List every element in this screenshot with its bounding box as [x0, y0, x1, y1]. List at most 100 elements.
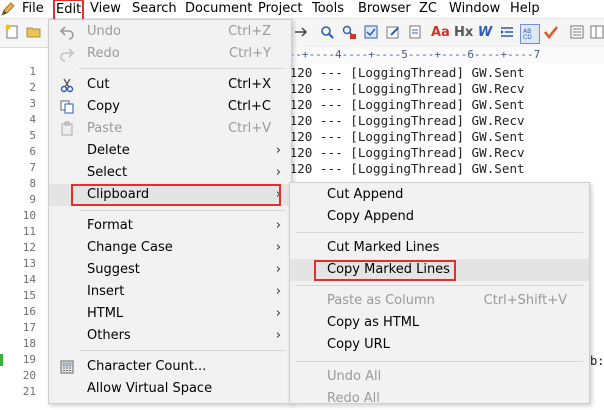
menu-item-label: Copy as HTML — [327, 315, 420, 330]
check-icon[interactable] — [542, 24, 560, 42]
submenu-item-copy-as-html[interactable]: Copy as HTML — [290, 312, 589, 334]
line-number: 19 — [22, 353, 36, 366]
document-icon[interactable] — [406, 24, 424, 42]
submenu-item-copy-append[interactable]: Copy Append — [290, 206, 589, 228]
menu-item-shortcut: Ctrl+C — [227, 99, 271, 114]
menu-item-shortcut: Ctrl+Z — [228, 24, 271, 39]
submenu-item-paste-as-column[interactable]: Paste as Column Ctrl+Shift+V — [290, 290, 589, 312]
menu-item-format[interactable]: Format › — [49, 215, 291, 237]
code-line: 2120 --- [LoggingThread] GW.Sent — [282, 65, 525, 80]
spellcheck-icon[interactable] — [362, 24, 380, 42]
line-number: 7 — [29, 161, 36, 174]
menu-item-label: Select — [87, 165, 128, 180]
menu-item-insert[interactable]: Insert › — [49, 281, 291, 303]
line-number: 17 — [22, 321, 36, 334]
menu-view[interactable]: View — [90, 1, 121, 17]
copy-icon — [59, 99, 75, 115]
line-number: 5 — [29, 129, 36, 142]
menu-item-label: Copy URL — [327, 337, 390, 352]
code-line: 2120 --- [LoggingThread] GW.Sent — [282, 161, 525, 176]
chevron-right-icon: › — [275, 240, 281, 255]
menu-item-redo[interactable]: Redo Ctrl+Y — [49, 43, 291, 65]
chevron-right-icon: › — [275, 165, 281, 180]
code-line: 2120 --- [LoggingThread] GW.Recv — [282, 81, 525, 96]
menu-item-cut[interactable]: Cut Ctrl+X — [49, 74, 291, 96]
menu-edit[interactable]: Edit — [53, 0, 85, 21]
menu-item-label: Redo — [87, 46, 120, 61]
italic-w-icon[interactable]: W — [476, 24, 494, 42]
menu-item-label: Undo — [87, 24, 121, 39]
submenu-item-redo-all[interactable]: Redo All — [290, 388, 589, 410]
menu-tools[interactable]: Tools — [312, 1, 344, 17]
line-number: 11 — [22, 225, 36, 238]
submenu-item-cut-append[interactable]: Cut Append — [290, 184, 589, 206]
indent-icon[interactable] — [498, 24, 516, 42]
svg-text:CD: CD — [523, 34, 532, 41]
menu-item-change-case[interactable]: Change Case › — [49, 237, 291, 259]
menu-file[interactable]: File — [22, 1, 44, 17]
menu-item-html[interactable]: HTML › — [49, 303, 291, 325]
line-number: 8 — [29, 177, 36, 190]
submenu-item-copy-url[interactable]: Copy URL — [290, 334, 589, 356]
menu-item-label: Paste as Column — [327, 293, 435, 308]
menu-item-label: Format — [87, 218, 133, 233]
menu-item-label: Character Count... — [87, 359, 207, 374]
menu-item-undo[interactable]: Undo Ctrl+Z — [49, 21, 291, 43]
new-file-icon[interactable] — [3, 24, 21, 42]
highlight-box — [71, 184, 281, 206]
menu-separator — [296, 285, 583, 286]
open-folder-icon[interactable] — [25, 24, 43, 42]
menu-item-paste[interactable]: Paste Ctrl+V — [49, 118, 291, 140]
list-icon[interactable] — [568, 24, 586, 42]
menu-item-allow-virtual-space[interactable]: Allow Virtual Space — [49, 378, 291, 400]
find-replace-icon[interactable] — [340, 24, 358, 42]
line-number: 1 — [29, 65, 36, 78]
word-wrap-icon[interactable]: AB CD — [520, 24, 540, 44]
menu-item-label: Copy Append — [327, 209, 414, 224]
menu-document[interactable]: Document — [185, 1, 252, 17]
line-number: 13 — [22, 257, 36, 270]
heading-icon[interactable]: Hx — [454, 24, 473, 42]
menu-item-character-count[interactable]: Character Count... — [49, 356, 291, 378]
submenu-item-undo-all[interactable]: Undo All — [290, 366, 589, 388]
code-line: 2120 --- [LoggingThread] GW.Recv — [282, 113, 525, 128]
menu-item-label: Insert — [87, 284, 125, 299]
panel-icon[interactable] — [588, 24, 604, 42]
menu-item-label: Cut Append — [327, 187, 404, 202]
highlight-box — [314, 260, 456, 281]
menu-item-label: Allow Virtual Space — [87, 381, 213, 396]
submenu-item-cut-marked-lines[interactable]: Cut Marked Lines — [290, 237, 589, 259]
code-line: 2120 --- [LoggingThread] GW.Recv — [282, 145, 525, 160]
menu-bar: File Edit View Search Document Project T… — [0, 0, 604, 21]
line-number: 6 — [29, 145, 36, 158]
menu-item-delete[interactable]: Delete › — [49, 140, 291, 162]
line-number: 16 — [22, 305, 36, 318]
menu-item-select[interactable]: Select › — [49, 162, 291, 184]
arrow-icon[interactable] — [292, 24, 310, 42]
chevron-right-icon: › — [275, 284, 281, 299]
menu-separator — [296, 361, 583, 362]
menu-item-copy[interactable]: Copy Ctrl+C — [49, 96, 291, 118]
menu-separator — [296, 232, 583, 233]
line-number: 2 — [29, 81, 36, 94]
menu-zc[interactable]: ZC — [419, 1, 437, 17]
font-icon[interactable]: Aa — [431, 24, 450, 42]
column-ruler: ---+----4----+----5----+----6----+----7 — [282, 47, 604, 63]
find-icon[interactable] — [318, 24, 336, 42]
line-number: 12 — [22, 241, 36, 254]
menu-item-shortcut: Ctrl+X — [228, 77, 271, 92]
chevron-right-icon: › — [275, 306, 281, 321]
menu-item-label: Paste — [87, 121, 123, 136]
menu-browser[interactable]: Browser — [358, 1, 411, 17]
menu-search[interactable]: Search — [132, 1, 177, 17]
menu-project[interactable]: Project — [258, 1, 302, 17]
menu-item-others[interactable]: Others › — [49, 325, 291, 347]
line-number-gutter: 1 2 3 4 5 6 7 8 9 10 11 12 13 14 15 16 1… — [0, 63, 48, 402]
calculator-icon — [59, 359, 75, 375]
menu-item-label: Suggest — [87, 262, 140, 277]
menu-window[interactable]: Window — [449, 1, 500, 17]
menu-item-suggest[interactable]: Suggest › — [49, 259, 291, 281]
chevron-right-icon: › — [275, 143, 281, 158]
menu-help[interactable]: Help — [510, 1, 540, 17]
edit-icon[interactable] — [384, 24, 402, 42]
